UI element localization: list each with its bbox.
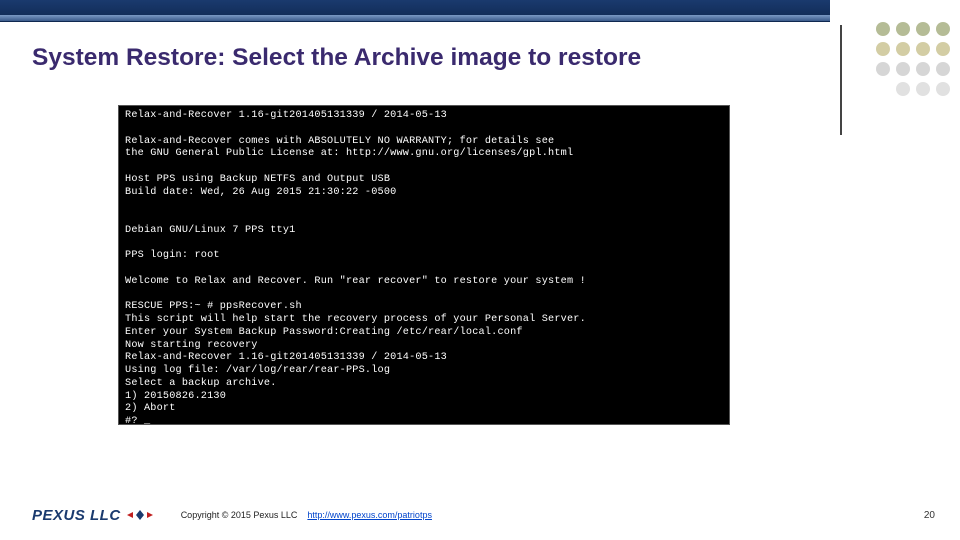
terminal-line: [125, 212, 723, 225]
terminal-line: Relax-and-Recover 1.16-git201405131339 /…: [125, 352, 723, 365]
footer: PEXUS LLC Copyright © 2015 Pexus LLC htt…: [32, 502, 935, 528]
terminal-line: Relax-and-Recover 1.16-git201405131339 /…: [125, 110, 723, 123]
terminal-line: [125, 199, 723, 212]
terminal-line: #? _: [125, 416, 723, 425]
page-title: System Restore: Select the Archive image…: [32, 44, 641, 72]
company-name: PEXUS LLC: [32, 507, 121, 524]
terminal-line: 1) 20150826.2130: [125, 391, 723, 404]
company-logo: PEXUS LLC: [32, 507, 153, 524]
terminal-line: Relax-and-Recover comes with ABSOLUTELY …: [125, 136, 723, 149]
terminal-line: Using log file: /var/log/rear/rear-PPS.l…: [125, 365, 723, 378]
terminal-line: Debian GNU/Linux 7 PPS tty1: [125, 225, 723, 238]
terminal-screenshot: Relax-and-Recover 1.16-git201405131339 /…: [118, 105, 730, 425]
terminal-line: [125, 123, 723, 136]
terminal-line: the GNU General Public License at: http:…: [125, 148, 723, 161]
terminal-line: [125, 238, 723, 251]
terminal-line: Enter your System Backup Password:Creati…: [125, 327, 723, 340]
terminal-line: Build date: Wed, 26 Aug 2015 21:30:22 -0…: [125, 187, 723, 200]
decorative-dots: [850, 22, 950, 102]
terminal-line: PPS login: root: [125, 250, 723, 263]
terminal-line: This script will help start the recovery…: [125, 314, 723, 327]
terminal-line: Host PPS using Backup NETFS and Output U…: [125, 174, 723, 187]
logo-diamond-icon: [127, 508, 153, 522]
copyright-text: Copyright © 2015 Pexus LLC: [181, 510, 298, 520]
terminal-line: [125, 263, 723, 276]
footer-link[interactable]: http://www.pexus.com/patriotps: [307, 510, 432, 520]
header-accent: [0, 15, 830, 21]
terminal-line: [125, 289, 723, 302]
terminal-line: Welcome to Relax and Recover. Run "rear …: [125, 276, 723, 289]
terminal-line: [125, 161, 723, 174]
page-number: 20: [924, 510, 935, 521]
terminal-line: 2) Abort: [125, 403, 723, 416]
vertical-divider: [840, 25, 842, 135]
terminal-line: RESCUE PPS:~ # ppsRecover.sh: [125, 301, 723, 314]
terminal-line: Select a backup archive.: [125, 378, 723, 391]
terminal-line: Now starting recovery: [125, 340, 723, 353]
